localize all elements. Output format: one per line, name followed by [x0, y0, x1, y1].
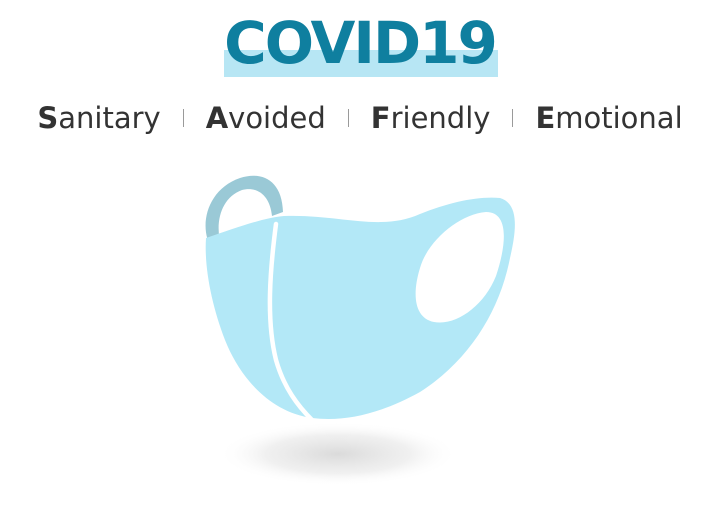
face-mask-icon [205, 175, 515, 486]
page: COVID19 Sanitary Avoided Friendly Emotio… [0, 0, 720, 518]
mask-shadow [218, 422, 458, 486]
